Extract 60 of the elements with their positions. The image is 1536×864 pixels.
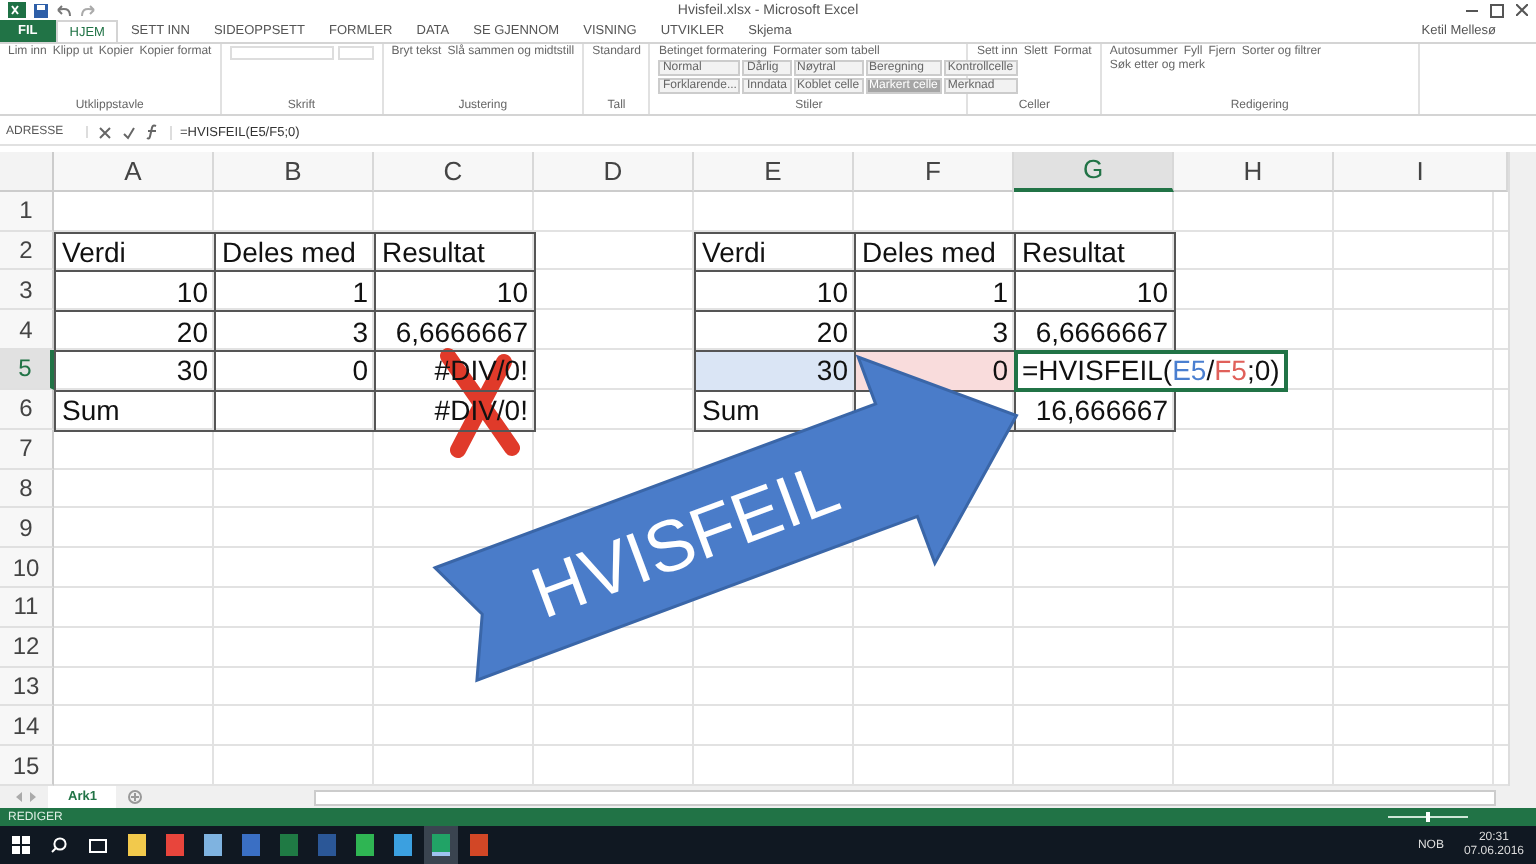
select-all-corner[interactable]: [0, 152, 54, 192]
table-cell: Resultat: [374, 231, 536, 273]
row-header[interactable]: 6: [0, 389, 54, 430]
undo-icon[interactable]: [56, 3, 72, 17]
row-header[interactable]: 3: [0, 270, 54, 311]
row-header[interactable]: 14: [0, 706, 54, 747]
column-header[interactable]: E: [694, 152, 854, 192]
cell-editor[interactable]: =HVISFEIL(E5/F5;0): [1014, 350, 1288, 392]
check-icon[interactable]: [122, 125, 136, 139]
column-header[interactable]: D: [534, 152, 694, 192]
taskbar-app-icon[interactable]: [166, 834, 184, 856]
column-header[interactable]: I: [1334, 152, 1508, 192]
column-header[interactable]: G: [1014, 152, 1174, 192]
redo-icon[interactable]: [80, 3, 96, 17]
row-header[interactable]: 12: [0, 627, 54, 668]
close-icon[interactable]: [1516, 4, 1529, 16]
sheet-nav-icon[interactable]: [16, 792, 36, 802]
add-sheet-icon[interactable]: [128, 790, 143, 804]
column-header[interactable]: B: [214, 152, 374, 192]
row-header[interactable]: 13: [0, 667, 54, 707]
taskbar-app-icon[interactable]: [318, 834, 336, 856]
column-header[interactable]: F: [854, 152, 1014, 192]
taskbar-app-icon[interactable]: [470, 834, 488, 856]
taskbar-app-icon[interactable]: [242, 834, 260, 856]
search-icon[interactable]: [50, 836, 68, 854]
row-header[interactable]: 2: [0, 231, 54, 271]
table-cell: 16,666667: [1014, 389, 1176, 432]
table-cell: Resultat: [1014, 231, 1176, 273]
row-header[interactable]: 7: [0, 429, 54, 469]
function-icon[interactable]: [146, 124, 160, 140]
column-header[interactable]: A: [54, 152, 214, 192]
horizontal-scrollbar[interactable]: [314, 789, 1496, 805]
task-view-icon[interactable]: [88, 837, 108, 853]
save-icon[interactable]: [34, 3, 48, 17]
table-cell: Verdi: [54, 231, 216, 273]
windows-logo-icon[interactable]: [12, 836, 30, 854]
column-header[interactable]: H: [1174, 152, 1334, 192]
table-cell: Sum: [54, 389, 216, 432]
font-name-field[interactable]: [229, 46, 334, 60]
cancel-icon[interactable]: [98, 125, 112, 139]
row-header[interactable]: 1: [0, 191, 54, 232]
minimize-icon[interactable]: [1466, 9, 1479, 11]
taskbar-app-icon[interactable]: [128, 834, 146, 856]
row-header[interactable]: 11: [0, 587, 54, 628]
font-size-field[interactable]: [337, 46, 374, 60]
taskbar-app-icon[interactable]: [280, 834, 298, 856]
taskbar-app-icon[interactable]: [204, 834, 222, 856]
row-header[interactable]: 9: [0, 508, 54, 549]
vertical-scrollbar[interactable]: [1508, 152, 1536, 786]
row-header[interactable]: 8: [0, 469, 54, 509]
table-cell: Verdi: [694, 231, 856, 273]
row-header[interactable]: 10: [0, 548, 54, 588]
taskbar-app-icon[interactable]: [394, 834, 412, 856]
row-header[interactable]: 15: [0, 746, 54, 786]
row-header[interactable]: 5: [0, 350, 54, 390]
taskbar-app-icon[interactable]: [356, 834, 374, 856]
column-header[interactable]: C: [374, 152, 534, 192]
row-header[interactable]: 4: [0, 310, 54, 351]
maximize-icon[interactable]: [1490, 3, 1505, 17]
table-cell: 30: [694, 350, 856, 392]
